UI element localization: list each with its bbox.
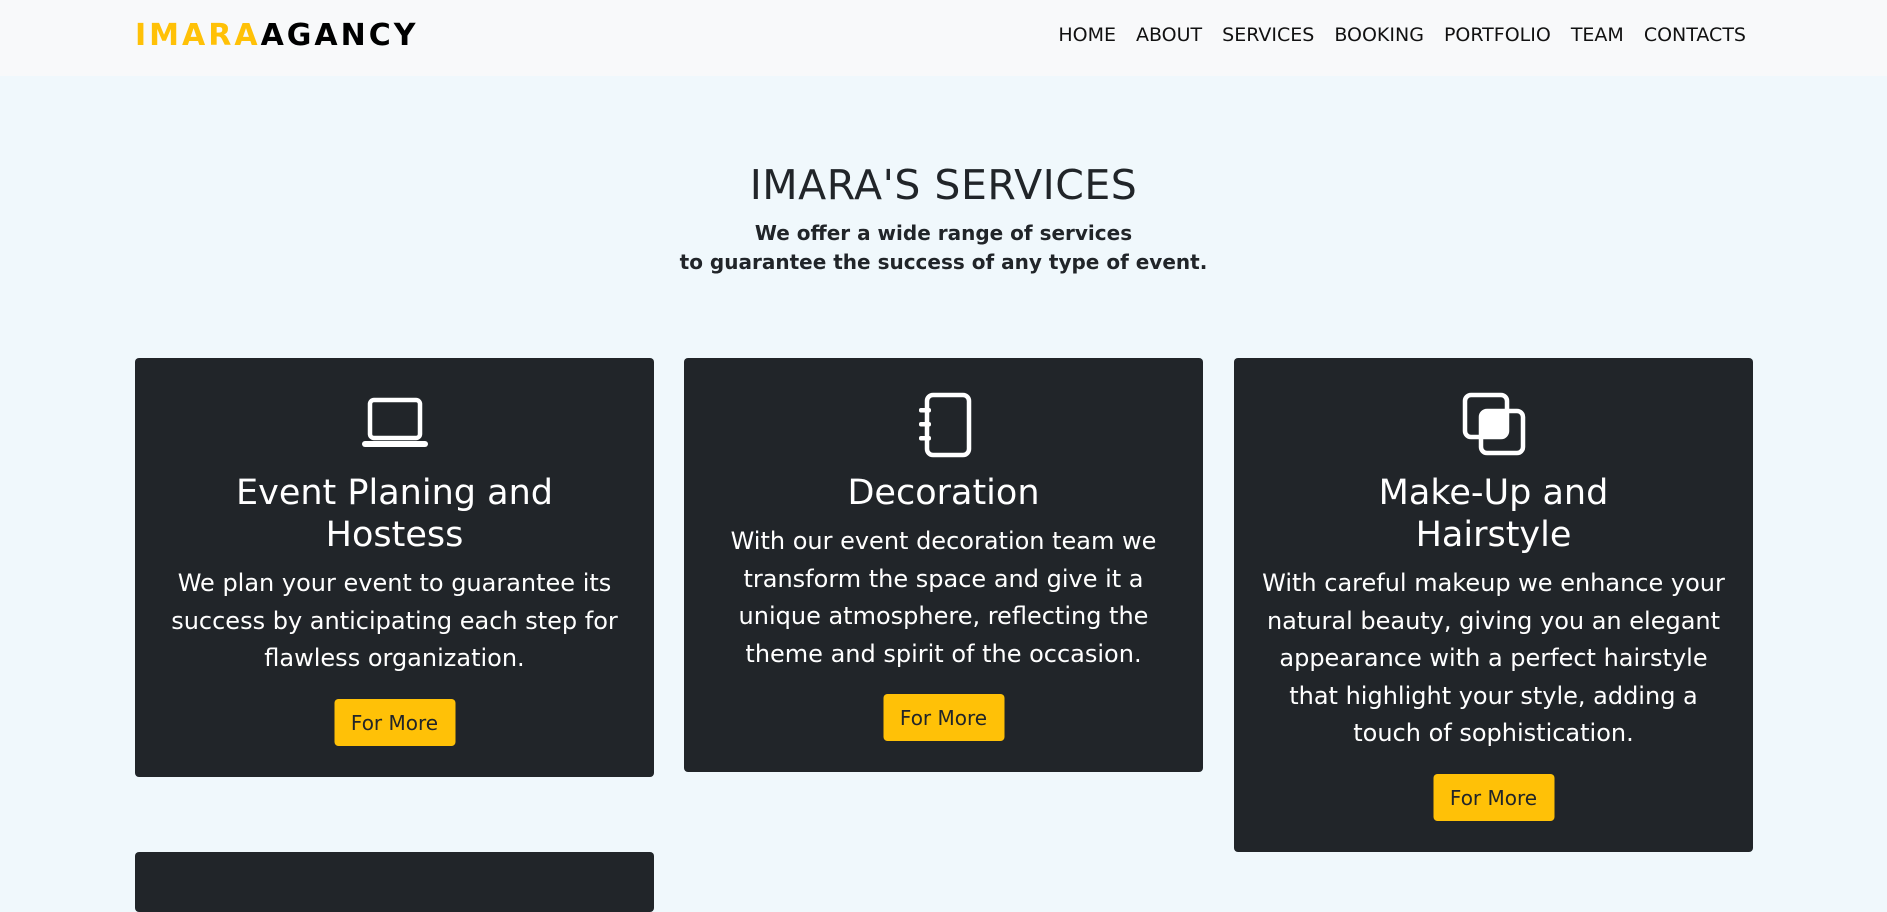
service-card-title: Make-Up and Hairstyle <box>1378 473 1609 555</box>
service-card-decoration: Decoration With our event decoration tea… <box>684 358 1203 772</box>
brand-part-1: IMARA <box>135 18 261 53</box>
nav-link-services[interactable]: SERVICES <box>1222 22 1314 48</box>
for-more-button[interactable]: For More <box>1433 774 1554 821</box>
nav-link-home[interactable]: HOME <box>1058 22 1116 48</box>
nav-link-portfolio[interactable]: PORTFOLIO <box>1444 22 1551 48</box>
laptop-icon <box>361 397 428 447</box>
services-subtitle: We offer a wide range of services to gua… <box>0 219 1887 277</box>
nav-link-about[interactable]: ABOUT <box>1136 22 1202 48</box>
service-card-title: Decoration <box>847 473 1040 513</box>
services-subtitle-line-2: to guarantee the success of any type of … <box>679 250 1208 274</box>
navbar: IMARAAGANCY HOME ABOUT SERVICES BOOKING … <box>0 0 1887 76</box>
service-card-text: With our event decoration team we transf… <box>730 527 1157 668</box>
for-more-button[interactable]: For More <box>883 694 1004 741</box>
nav-link-contacts[interactable]: CONTACTS <box>1644 22 1746 48</box>
nav-link-team[interactable]: TEAM <box>1571 22 1624 48</box>
service-card-event-planning: Event Planing and Hostess We plan your e… <box>135 358 654 777</box>
services-subtitle-line-1: We offer a wide range of services <box>754 221 1133 245</box>
service-card-makeup-hairstyle: Make-Up and Hairstyle With careful makeu… <box>1234 358 1753 852</box>
service-card-text: We plan your event to guarantee its succ… <box>171 569 618 672</box>
service-card-title: Event Planing and Hostess <box>236 473 553 555</box>
services-title: IMARA'S SERVICES <box>749 161 1138 209</box>
nav-link-booking[interactable]: BOOKING <box>1334 22 1424 48</box>
notebook-icon <box>918 392 971 458</box>
layers-icon <box>1462 392 1525 456</box>
brand-logo[interactable]: IMARAAGANCY <box>135 16 418 56</box>
main-nav: HOME ABOUT SERVICES BOOKING PORTFOLIO TE… <box>1058 22 1746 48</box>
brand-part-2: AGANCY <box>260 18 419 53</box>
service-card-text: With careful makeup we enhance your natu… <box>1262 569 1725 747</box>
service-card-partial <box>135 852 654 912</box>
for-more-button[interactable]: For More <box>334 699 455 746</box>
